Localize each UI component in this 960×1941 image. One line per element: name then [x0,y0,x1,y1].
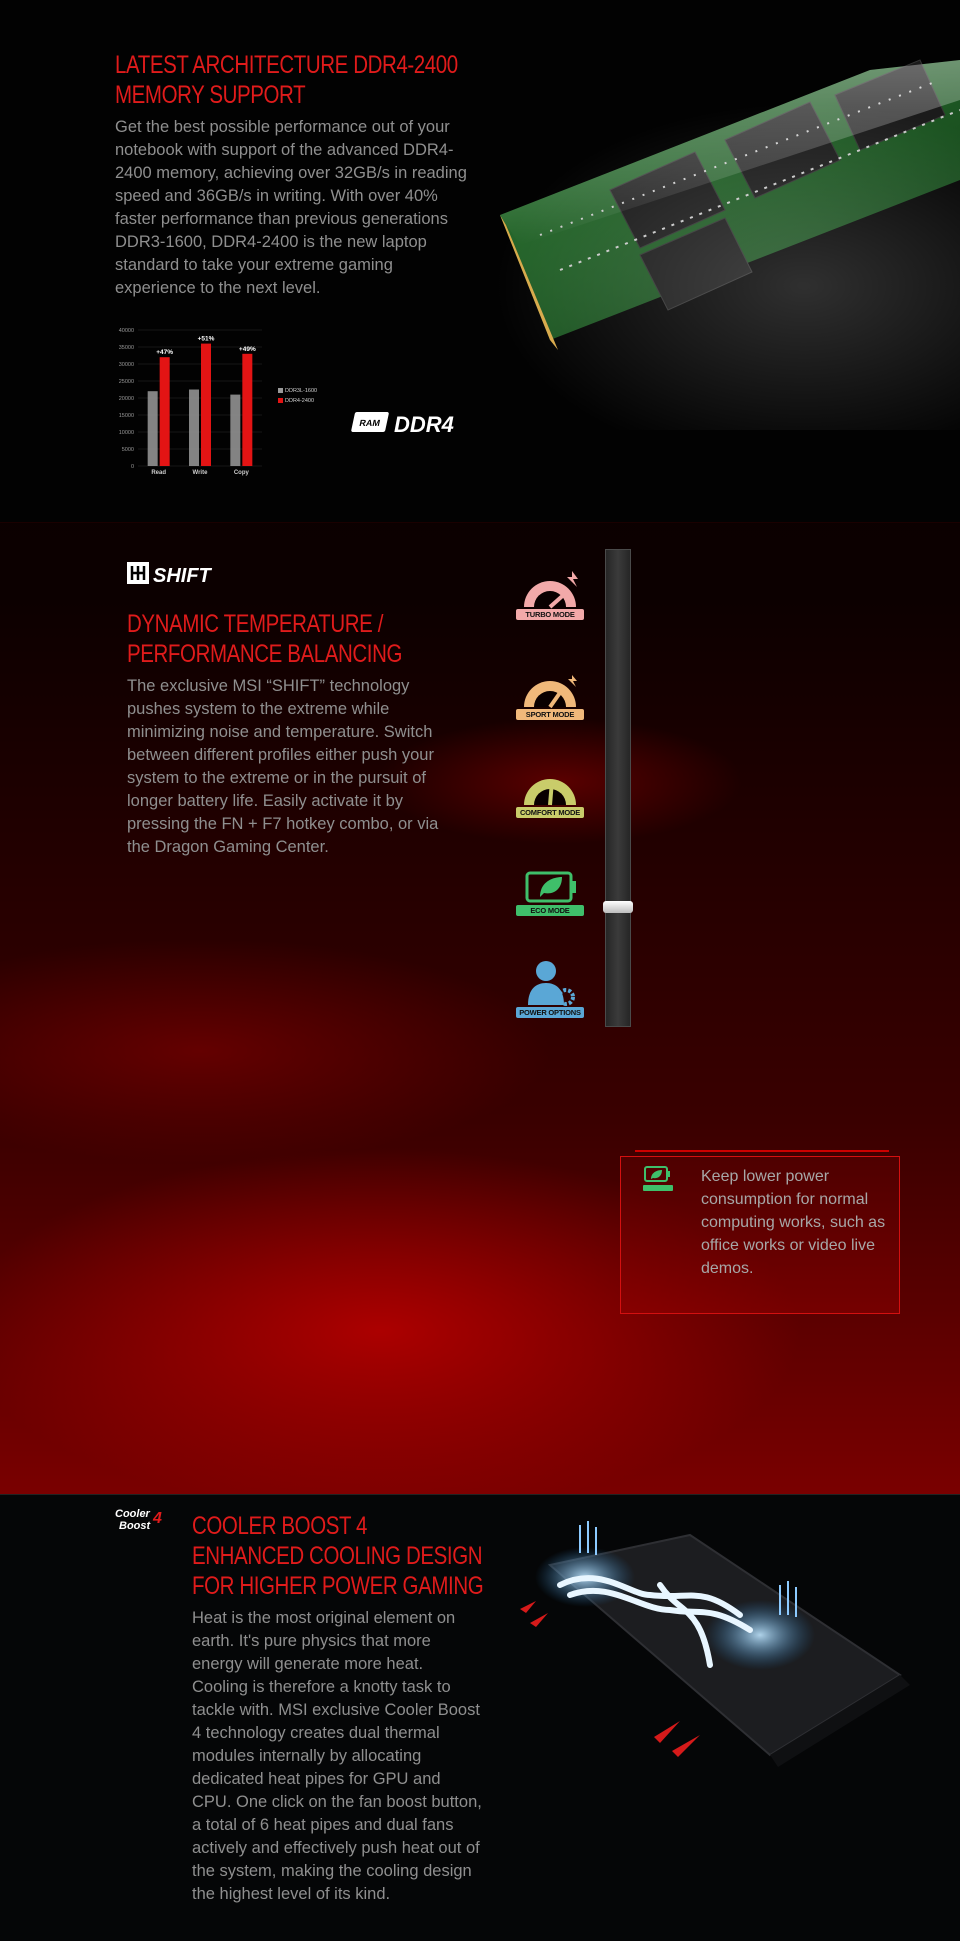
ddr4-title-line1: LATEST ARCHITECTURE DDR4-2400 [115,51,458,79]
eco-mode-label: ECO MODE [516,905,584,916]
chart-bar-ddr3l-1600 [147,391,158,466]
chart-y-tick-label: 0 [131,464,134,470]
shift-logo-text: SHIFT [153,565,213,587]
chart-y-tick-label: 35000 [119,345,134,351]
chart-legend-label: DDR3L-1600 [285,388,317,394]
cooler-title-line2: ENHANCED COOLING DESIGN [192,1542,483,1570]
sport-gauge-icon [524,675,577,709]
cooler-boost-description: Heat is the most original element on ear… [192,1609,482,1903]
chart-x-tick-label: Read [151,470,166,476]
user-gear-icon [528,961,575,1006]
eco-mode-button[interactable]: ECO MODE [510,859,590,929]
mode-info-box: Keep lower power consumption for normal … [620,1150,900,1314]
chart-y-tick-label: 20000 [119,396,134,402]
ddr4-description: Get the best possible performance out of… [115,118,467,297]
cooler-boost-logo-line2: Boost [119,1520,152,1532]
chart-legend-swatch [278,398,283,403]
shift-title-line1: DYNAMIC TEMPERATURE / [127,610,384,638]
chart-annotation: +51% [198,336,215,343]
chart-bar-ddr4-2400 [159,357,170,466]
cooler-boost-logo: Cooler Boost 4 [113,1505,173,1533]
chart-legend-swatch [278,388,283,393]
chart-x-tick-label: Write [193,470,209,476]
chart-annotation: +49% [239,346,256,353]
mode-info-text: Keep lower power consumption for normal … [701,1168,886,1277]
chart-bar-ddr4-2400 [242,353,253,466]
chart-x-tick-label: Copy [234,470,250,476]
comfort-mode-button[interactable]: COMFORT MODE [510,761,590,831]
ddr4-section: LATEST ARCHITECTURE DDR4-2400 MEMORY SUP… [0,0,960,522]
ddr4-badge-text: DDR4 [394,412,454,437]
chart-annotation: +47% [156,349,173,356]
sport-mode-button[interactable]: SPORT MODE [510,663,590,733]
shift-mode-list: TURBO MODE SPORT MODE COMFORT MODE ECO M… [510,563,590,1063]
ram-module-image [440,40,960,440]
power-options-button[interactable]: POWER OPTIONS [510,957,590,1027]
chart-bar-ddr4-2400 [201,343,211,466]
cooler-boost-logo-line1: Cooler [115,1508,151,1520]
chart-y-tick-label: 30000 [119,362,134,368]
chart-y-tick-label: 15000 [119,413,134,419]
ddr4-title-line2: MEMORY SUPPORT [115,81,306,109]
shift-logo: SHIFT [127,561,239,587]
ddr4-title: LATEST ARCHITECTURE DDR4-2400 MEMORY SUP… [115,50,458,110]
cooler-title-line1: COOLER BOOST 4 [192,1512,368,1540]
ddr4-bandwidth-chart: 40000 35000 30000 25000 20000 15000 10000 5000 0… [119,328,317,476]
chart-y-tick-label: 5000 [122,447,134,453]
chart-legend-label: DDR4-2400 [285,398,314,404]
shift-description: The exclusive MSI “SHIFT” technology pus… [127,677,439,856]
ram-chip-label: RAM [359,418,382,428]
shift-mode-slider-track[interactable] [605,549,631,1027]
cooling-system-image [500,1505,960,1805]
battery-leaf-icon [525,871,576,903]
cooler-boost-logo-number: 4 [152,1510,162,1527]
shift-mode-slider-thumb[interactable] [603,901,633,913]
shift-title: DYNAMIC TEMPERATURE / PERFORMANCE BALANC… [127,609,402,669]
shift-section: SHIFT DYNAMIC TEMPERATURE / PERFORMANCE … [0,522,960,1495]
cooler-boost-section: Cooler Boost 4 COOLER BOOST 4 ENHANCED C… [0,1494,960,1941]
cooler-title-line3: FOR HIGHER POWER GAMING [192,1572,484,1600]
power-options-label: POWER OPTIONS [516,1007,584,1018]
turbo-mode-label: TURBO MODE [516,609,584,620]
sport-mode-label: SPORT MODE [516,709,584,720]
comfort-mode-label: COMFORT MODE [516,807,584,818]
chart-y-tick-label: 10000 [119,430,134,436]
shift-title-line2: PERFORMANCE BALANCING [127,640,403,668]
chart-y-tick-label: 40000 [119,328,134,334]
cooler-boost-title: COOLER BOOST 4 ENHANCED COOLING DESIGN F… [192,1511,484,1601]
comfort-gauge-icon [524,779,576,806]
chart-bar-ddr3l-1600 [230,394,241,466]
eco-battery-icon [643,1166,673,1191]
ddr4-badge: RAM DDR4 [348,408,468,442]
turbo-gauge-icon [524,571,578,609]
chart-y-tick-label: 25000 [119,379,134,385]
turbo-mode-button[interactable]: TURBO MODE [510,563,590,633]
chart-bar-ddr3l-1600 [189,389,199,466]
